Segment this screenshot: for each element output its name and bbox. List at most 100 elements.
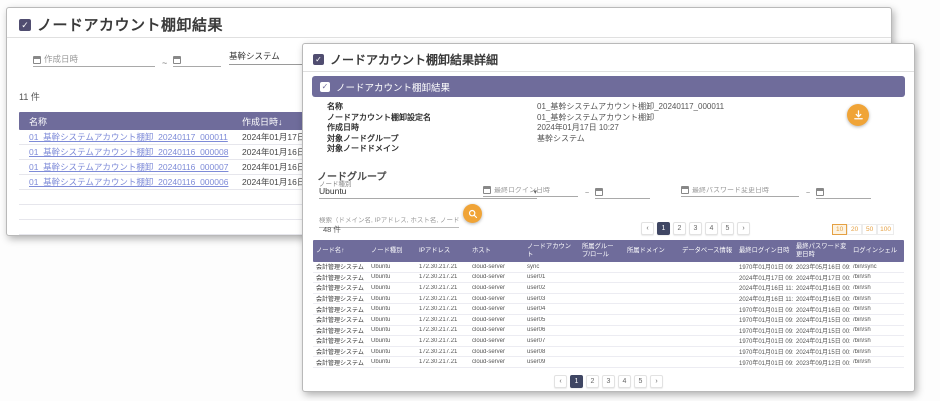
created-date-to-field[interactable] xyxy=(173,54,221,67)
created-date-from-field[interactable] xyxy=(33,54,155,67)
cell-node-type: Ubuntu xyxy=(368,359,416,365)
cell-host: cloud-server xyxy=(469,264,524,270)
node-count: 48 件 xyxy=(323,224,341,235)
cell-last-password-change: 2024年01月16日 00:00 xyxy=(793,305,850,314)
page-button[interactable]: 2 xyxy=(673,222,686,235)
last-password-from-field[interactable] xyxy=(681,186,799,197)
detail-banner: ✓ ノードアカウント棚卸結果 xyxy=(312,76,905,97)
last-login-from-input[interactable] xyxy=(494,187,578,194)
node-table-header-cell[interactable]: ログインシェル xyxy=(850,245,906,257)
node-table-header-cell[interactable]: ノード種別 xyxy=(368,245,416,257)
calendar-icon xyxy=(33,56,41,64)
node-table-header-cell[interactable]: ホスト xyxy=(469,245,524,257)
last-password-from-input[interactable] xyxy=(692,187,799,194)
last-login-from-field[interactable] xyxy=(483,186,578,197)
created-date-to-input[interactable] xyxy=(184,54,221,64)
cell-last-password-change: 2024年01月15日 00:00 xyxy=(793,326,850,335)
created-date-from-input[interactable] xyxy=(44,54,155,64)
table-row: 会計管理システム Ubuntu 172.30.217.21 cloud-serv… xyxy=(313,273,904,284)
detail-window-title-row: ✓ ノードアカウント棚卸結果詳細 xyxy=(313,51,498,68)
last-password-to-field[interactable] xyxy=(816,186,871,199)
node-table-header-cell[interactable]: 所属ドメイン xyxy=(624,245,679,257)
cell-ip-address: 172.30.217.21 xyxy=(416,349,469,355)
results-count: 11 件 xyxy=(19,90,40,103)
page-button[interactable]: 4 xyxy=(618,375,631,388)
detail-field-label: 対象ノードグループ xyxy=(327,134,537,144)
cell-last-password-change: 2023年09月12日 00:00 xyxy=(793,358,850,367)
cell-last-login: 1970年01月01日 09:00 xyxy=(736,326,793,335)
page-button[interactable]: 5 xyxy=(634,375,647,388)
search-button[interactable] xyxy=(463,204,482,223)
result-link[interactable]: 01_基幹システムアカウント棚卸_20240117_000011 xyxy=(29,132,228,142)
cell-ip-address: 172.30.217.21 xyxy=(416,274,469,280)
cell-node-name: 会計管理システム xyxy=(313,262,368,271)
header-name[interactable]: 名称 xyxy=(19,115,242,128)
prev-page-button[interactable]: ‹ xyxy=(641,222,654,235)
cell-ip-address: 172.30.217.21 xyxy=(416,338,469,344)
checkbox-icon: ✓ xyxy=(320,82,330,92)
table-row: 会計管理システム Ubuntu 172.30.217.21 cloud-serv… xyxy=(313,336,904,347)
cell-ip-address: 172.30.217.21 xyxy=(416,285,469,291)
checkbox-icon: ✓ xyxy=(313,54,324,65)
result-link[interactable]: 01_基幹システムアカウント棚卸_20240116_000008 xyxy=(29,147,228,157)
prev-page-button[interactable]: ‹ xyxy=(554,375,567,388)
node-table-header-cell[interactable]: IPアドレス xyxy=(416,245,469,257)
cell-node-type: Ubuntu xyxy=(368,349,416,355)
page-button[interactable]: 5 xyxy=(721,222,734,235)
detail-field-value: 01_基幹システムアカウント棚卸 xyxy=(537,113,824,123)
detail-field-row: ノードアカウント棚卸設定名 01_基幹システムアカウント棚卸 xyxy=(327,113,824,123)
page-button[interactable]: 1 xyxy=(570,375,583,388)
cell-host: cloud-server xyxy=(469,317,524,323)
cell-node-account: user04 xyxy=(524,306,579,312)
next-page-button[interactable]: › xyxy=(650,375,663,388)
cell-ip-address: 172.30.217.21 xyxy=(416,264,469,270)
detail-field-row: 対象ノードグループ 基幹システム xyxy=(327,134,824,144)
page-size-option[interactable]: 10 xyxy=(832,224,847,235)
detail-fields: 名称 01_基幹システムアカウント棚卸_20240117_000011 ノードア… xyxy=(327,102,824,155)
search-input[interactable] xyxy=(319,217,459,224)
node-table-header-cell[interactable]: 最終パスワード変更日時 xyxy=(793,241,850,260)
page-size-option[interactable]: 50 xyxy=(862,224,877,235)
table-row: 会計管理システム Ubuntu 172.30.217.21 cloud-serv… xyxy=(313,357,904,368)
calendar-icon xyxy=(483,186,491,194)
cell-node-account: user08 xyxy=(524,349,579,355)
cell-last-password-change: 2024年01月15日 00:00 xyxy=(793,336,850,345)
node-table-header-cell[interactable]: 所属グループ/ロール xyxy=(579,241,624,260)
node-table-header-cell[interactable]: ノード名↑ xyxy=(313,245,368,257)
cell-last-login: 2024年01月16日 11:13 xyxy=(736,283,793,292)
detail-field-row: 対象ノードドメイン xyxy=(327,144,824,154)
node-table-header-cell[interactable]: データベース情報 xyxy=(679,245,736,257)
node-table-header-cell[interactable]: ノードアカウント xyxy=(524,241,579,260)
cell-last-login: 1970年01月01日 09:00 xyxy=(736,347,793,356)
last-login-to-input[interactable] xyxy=(606,186,650,196)
cell-ip-address: 172.30.217.21 xyxy=(416,317,469,323)
table-row: 会計管理システム Ubuntu 172.30.217.21 cloud-serv… xyxy=(313,294,904,305)
cell-node-account: user02 xyxy=(524,285,579,291)
page-button[interactable]: 2 xyxy=(586,375,599,388)
page-button[interactable]: 3 xyxy=(602,375,615,388)
pagination-bottom-wrap: ‹ 12345 › xyxy=(303,375,914,388)
page-button[interactable]: 1 xyxy=(657,222,670,235)
cell-node-type: Ubuntu xyxy=(368,264,416,270)
next-page-button[interactable]: › xyxy=(737,222,750,235)
cell-host: cloud-server xyxy=(469,349,524,355)
node-table-header-cell[interactable]: 最終ログイン日時 xyxy=(736,245,793,257)
cell-node-account: user06 xyxy=(524,327,579,333)
page-button[interactable]: 4 xyxy=(705,222,718,235)
detail-window-title: ノードアカウント棚卸結果詳細 xyxy=(330,51,498,68)
result-link[interactable]: 01_基幹システムアカウント棚卸_20240116_000006 xyxy=(29,177,228,187)
result-link[interactable]: 01_基幹システムアカウント棚卸_20240116_000007 xyxy=(29,162,228,172)
cell-last-login: 1970年01月01日 09:00 xyxy=(736,315,793,324)
last-login-to-field[interactable] xyxy=(595,186,650,199)
page-size-option[interactable]: 20 xyxy=(847,224,862,235)
cell-host: cloud-server xyxy=(469,274,524,280)
cell-node-name: 会計管理システム xyxy=(313,305,368,314)
page-size-option[interactable]: 100 xyxy=(877,224,894,235)
cell-login-shell: /bin/sync xyxy=(850,264,906,270)
results-window-title: ノードアカウント棚卸結果 xyxy=(37,14,223,35)
last-password-to-input[interactable] xyxy=(827,186,871,196)
page-button[interactable]: 3 xyxy=(689,222,702,235)
download-button[interactable] xyxy=(847,104,869,126)
download-icon xyxy=(853,110,864,121)
cell-last-login: 1970年01月01日 09:00 xyxy=(736,358,793,367)
